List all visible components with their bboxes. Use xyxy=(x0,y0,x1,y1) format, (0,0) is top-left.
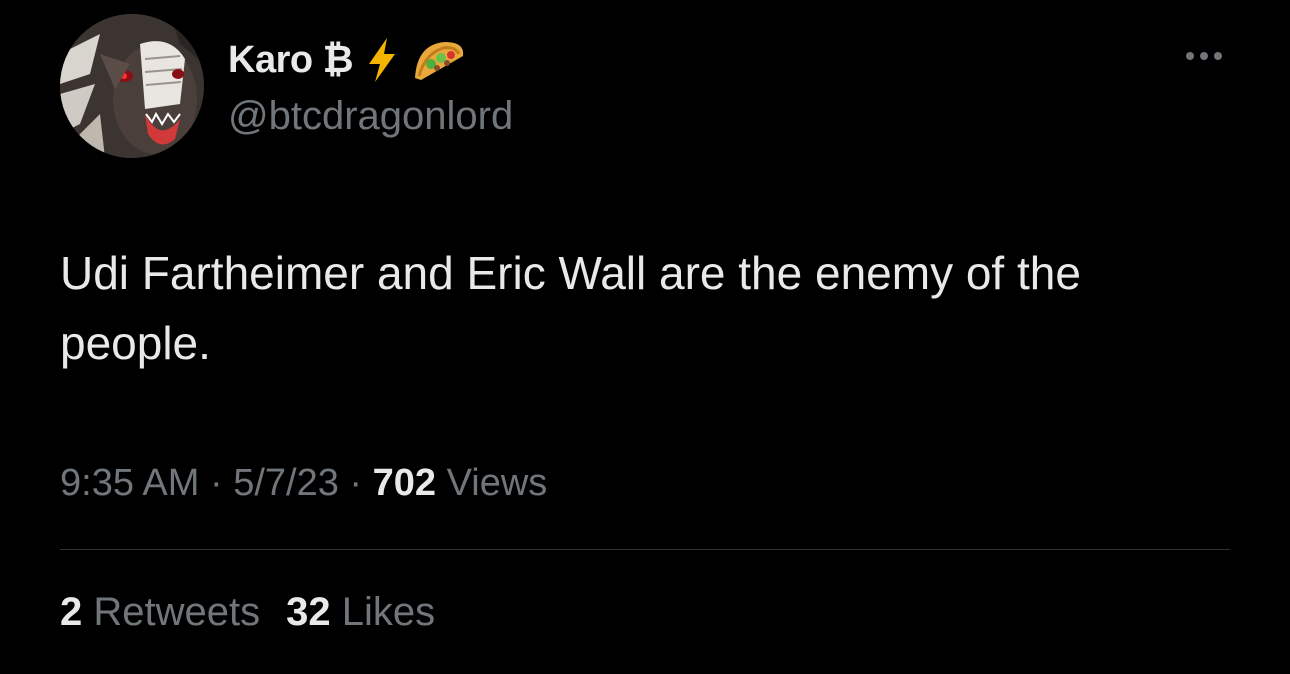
meta-separator: · xyxy=(349,462,363,504)
retweets-label: Retweets xyxy=(93,590,261,634)
author-handle[interactable]: @btcdragonlord xyxy=(228,94,513,139)
dragon-avatar-image xyxy=(60,14,204,158)
lightning-icon xyxy=(367,38,397,82)
more-dot-icon xyxy=(1186,52,1194,60)
tweet-stats: 2 Retweets 32 Likes xyxy=(60,590,435,635)
more-dot-icon xyxy=(1214,52,1222,60)
views-label: Views xyxy=(446,462,548,504)
divider xyxy=(60,549,1230,550)
likes-count: 32 xyxy=(286,590,331,634)
retweets-count: 2 xyxy=(60,590,83,634)
author-name-row[interactable]: Karo ₿ xyxy=(228,34,467,86)
tweet-date[interactable]: 5/7/23 xyxy=(233,462,339,504)
tweet-text: Udi Fartheimer and Eric Wall are the ene… xyxy=(60,247,1081,369)
tweet-card: Karo ₿ @btcdragonlord Udi Fartheimer and… xyxy=(0,0,1290,674)
taco-icon xyxy=(411,38,467,82)
meta-separator: · xyxy=(209,462,223,504)
likes-label: Likes xyxy=(341,590,436,634)
views-count: 702 xyxy=(372,462,437,504)
tweet-meta: 9:35 AM · 5/7/23 · 702 Views xyxy=(60,462,547,505)
retweets-stat[interactable]: 2 Retweets xyxy=(60,590,260,635)
avatar[interactable] xyxy=(60,14,204,158)
more-options-button[interactable] xyxy=(1176,40,1232,72)
tweet-time[interactable]: 9:35 AM xyxy=(60,462,199,504)
more-dot-icon xyxy=(1200,52,1208,60)
display-name[interactable]: Karo ₿ xyxy=(228,39,354,82)
likes-stat[interactable]: 32 Likes xyxy=(286,590,435,635)
